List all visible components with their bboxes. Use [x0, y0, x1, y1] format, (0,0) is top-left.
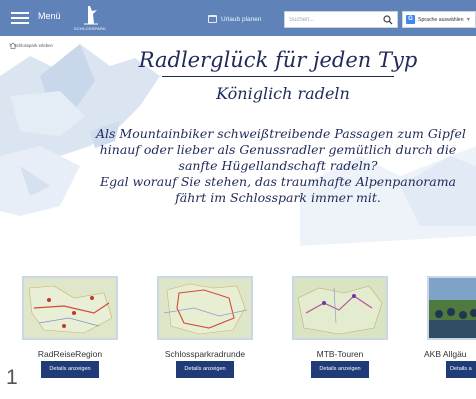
intro-line: Als Mountainbiker schweißtreibende Passa…	[96, 126, 466, 141]
intro-line: fährt im Schlosspark immer mit.	[175, 190, 381, 205]
page-subtitle: Königlich radeln	[216, 84, 350, 103]
details-button[interactable]: Details anzeigen	[311, 361, 369, 378]
details-button[interactable]: Details a	[446, 361, 476, 378]
language-label: Sprache auswählen	[418, 16, 464, 23]
tour-card-title[interactable]: AKB Allgäu	[424, 349, 476, 359]
menu-button[interactable]: Menü	[8, 7, 64, 29]
search-icon[interactable]	[383, 15, 393, 25]
plan-vacation-label: Urlaub planen	[221, 15, 262, 23]
tour-map-thumbnail[interactable]	[157, 276, 253, 340]
tour-map-thumbnail[interactable]	[22, 276, 118, 340]
top-navigation-bar: Menü SCHLOSSPARK Urlaub planen G Sprache…	[0, 0, 476, 36]
hero-section: › Schlosspark erleben Radlerglück für je…	[0, 36, 476, 256]
hamburger-icon	[11, 12, 29, 24]
page-number: 1	[6, 366, 18, 389]
calendar-icon	[208, 15, 217, 23]
intro-text: Als Mountainbiker schweißtreibende Passa…	[96, 126, 466, 206]
chevron-down-icon: ▼	[465, 16, 472, 23]
details-button[interactable]: Details anzeigen	[176, 361, 234, 378]
plan-vacation-link[interactable]: Urlaub planen	[208, 12, 261, 26]
logo-text: SCHLOSSPARK	[74, 26, 106, 31]
menu-label: Menü	[38, 11, 61, 21]
tour-card-title[interactable]: MTB-Touren	[272, 349, 408, 359]
tour-card-title[interactable]: Schlossparkradrunde	[137, 349, 273, 359]
intro-line: sanfte Hügellandschaft radeln?	[178, 158, 378, 173]
page-title: Radlerglück für jeden Typ	[138, 48, 418, 72]
search-input[interactable]	[289, 14, 377, 26]
breadcrumb-current[interactable]: Schlosspark erleben	[14, 43, 53, 48]
details-button[interactable]: Details anzeigen	[41, 361, 99, 378]
crown-tower-icon	[84, 6, 98, 25]
title-underline	[162, 76, 394, 77]
tour-map-thumbnail[interactable]	[292, 276, 388, 340]
language-selector[interactable]: G Sprache auswählen ▼	[402, 11, 476, 28]
tour-photo-thumbnail[interactable]	[427, 276, 476, 340]
intro-line: Egal worauf Sie stehen, das traumhafte A…	[99, 174, 457, 189]
google-translate-icon: G	[406, 15, 415, 24]
tour-card-title[interactable]: RadReiseRegion	[2, 349, 138, 359]
search-box	[284, 11, 398, 28]
schlosspark-logo[interactable]: SCHLOSSPARK	[70, 4, 110, 34]
intro-line: hinauf oder lieber als Genussradler gemü…	[99, 142, 457, 157]
